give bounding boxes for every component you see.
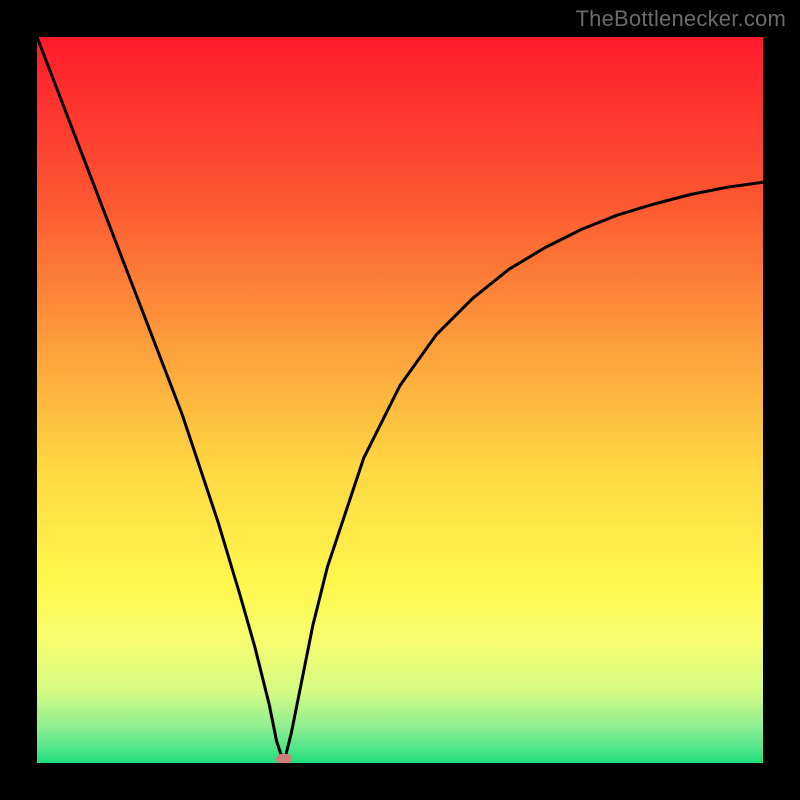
plot-area xyxy=(37,37,763,763)
chart-frame: TheBottlenecker.com xyxy=(0,0,800,800)
optimal-point-marker xyxy=(276,754,292,763)
watermark-text: TheBottlenecker.com xyxy=(576,6,786,32)
bottleneck-curve xyxy=(37,37,763,763)
